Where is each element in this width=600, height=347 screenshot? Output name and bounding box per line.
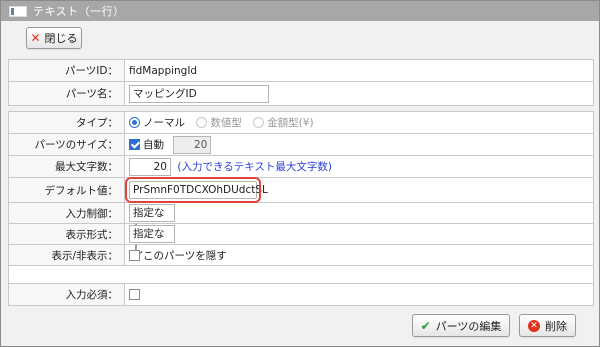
hide-parts-label: このパーツを隠す	[143, 249, 227, 262]
input-control-select[interactable]: 指定なし	[129, 204, 175, 235]
radio-selected-icon	[129, 117, 140, 128]
type-row: タイプ： ノーマル 数値型 金額型(¥)	[8, 111, 594, 134]
maxlen-label: 最大文字数：	[8, 155, 125, 178]
delete-label: 削除	[545, 319, 567, 333]
visibility-label: 表示/非表示：	[8, 244, 125, 266]
settings-table: タイプ： ノーマル 数値型 金額型(¥) パーツのサイズ： 自動 20 最大文字…	[8, 111, 594, 306]
delete-icon: ✕	[528, 319, 540, 332]
parts-id-label: パーツID：	[8, 59, 125, 82]
maxlen-row: 最大文字数： 20 (入力できるテキスト最大文字数)	[8, 155, 594, 178]
size-label: パーツのサイズ：	[8, 133, 125, 156]
size-auto-checkbox[interactable]	[129, 139, 140, 150]
title-bar: テキスト（一行）	[1, 1, 599, 21]
size-row: パーツのサイズ： 自動 20	[8, 133, 594, 156]
hide-parts-checkbox[interactable]	[129, 250, 140, 261]
close-button-label: 閉じる	[44, 32, 78, 45]
size-auto-label: 自動	[143, 138, 164, 151]
parts-name-input[interactable]: マッピングID	[129, 84, 269, 103]
window-title: テキスト（一行）	[33, 5, 125, 18]
visibility-row: 表示/非表示： このパーツを隠す	[8, 244, 594, 266]
maxlen-hint: (入力できるテキスト最大文字数)	[177, 160, 333, 173]
type-radio-amount[interactable]: 金額型(¥)	[253, 115, 314, 130]
close-icon: ✕	[30, 31, 41, 45]
dialog-window: テキスト（一行） ✕ 閉じる パーツID： fidMappingId パーツ名：…	[0, 0, 600, 347]
type-radio-number[interactable]: 数値型	[196, 115, 242, 130]
parts-id-value: fidMappingId	[124, 59, 594, 82]
type-option-normal: ノーマル	[143, 117, 185, 129]
parts-name-row: パーツ名： マッピングID	[8, 81, 594, 106]
spacer-row	[8, 265, 594, 284]
default-row: デフォルト値： PrSmnF0TDCXOhDUdctSL	[8, 177, 594, 203]
input-control-label: 入力制御：	[8, 202, 125, 224]
display-format-row: 表示形式： 指定なし	[8, 223, 594, 256]
info-table: パーツID： fidMappingId パーツ名： マッピングID	[8, 59, 594, 106]
required-row: 入力必須：	[8, 283, 594, 306]
maxlen-input[interactable]: 20	[129, 157, 171, 176]
edit-parts-label: パーツの編集	[435, 319, 502, 333]
check-icon: ✔	[420, 318, 431, 333]
delete-button[interactable]: ✕ 削除	[519, 314, 576, 337]
required-label: 入力必須：	[8, 283, 125, 306]
type-option-amount: 金額型(¥)	[267, 117, 314, 129]
required-checkbox[interactable]	[129, 289, 140, 300]
parts-name-label: パーツ名：	[8, 81, 125, 106]
parts-id-row: パーツID： fidMappingId	[8, 59, 594, 82]
radio-icon	[253, 117, 265, 128]
type-radio-normal[interactable]: ノーマル	[129, 115, 185, 130]
display-format-label: 表示形式：	[8, 223, 125, 245]
radio-icon	[196, 117, 208, 128]
input-control-row: 入力制御： 指定なし	[8, 202, 594, 235]
display-format-select[interactable]: 指定なし	[129, 225, 175, 256]
type-option-number: 数値型	[210, 117, 242, 129]
window-icon	[9, 5, 27, 17]
type-label: タイプ：	[8, 111, 125, 134]
edit-parts-button[interactable]: ✔ パーツの編集	[412, 314, 510, 337]
default-value-input[interactable]: PrSmnF0TDCXOhDUdctSL	[125, 177, 268, 203]
size-input[interactable]: 20	[173, 135, 212, 154]
close-button[interactable]: ✕ 閉じる	[26, 27, 82, 49]
default-label: デフォルト値：	[8, 177, 125, 203]
